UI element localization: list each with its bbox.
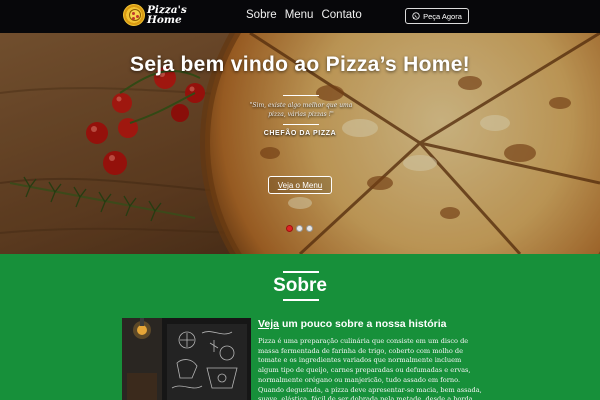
see-menu-button[interactable]: Veja o Menu — [268, 176, 332, 194]
about-divider-bottom — [283, 299, 319, 301]
about-heading-text: um pouco sobre a nossa história — [279, 318, 447, 330]
hero-divider — [283, 95, 319, 96]
order-now-button[interactable]: Peça Agora — [405, 8, 469, 24]
hero-quote: "Sim, existe algo melhor que uma pizza, … — [249, 102, 353, 118]
whatsapp-icon — [412, 12, 420, 20]
brand-name-line2: Home — [147, 14, 182, 26]
brand-logo[interactable]: Pizza's Home — [123, 4, 187, 28]
carousel-dot-3[interactable] — [306, 225, 313, 232]
hero-divider — [283, 124, 319, 125]
carousel-dot-2[interactable] — [296, 225, 303, 232]
pizza-logo-icon — [123, 4, 145, 26]
about-heading: Veja um pouco sobre a nossa história — [258, 318, 446, 330]
hero-quote-author: CHEFÃO DA PIZZA — [263, 130, 337, 137]
nav-link-sobre[interactable]: Sobre — [246, 8, 277, 23]
brand-name: Pizza's Home — [147, 5, 187, 26]
hero-title: Seja bem vindo ao Pizza’s Home! — [130, 53, 470, 76]
restaurant-photo — [122, 318, 251, 400]
about-body: Pizza é uma preparação culinária que con… — [258, 337, 482, 400]
about-title: Sobre — [273, 275, 327, 296]
navbar: Pizza's Home Sobre Menu Contato Peça Ago… — [0, 0, 600, 33]
nav-link-menu[interactable]: Menu — [285, 8, 314, 23]
carousel-indicators — [286, 225, 313, 232]
hero-carousel: Seja bem vindo ao Pizza’s Home! "Sim, ex… — [0, 33, 600, 254]
about-divider-top — [283, 271, 319, 273]
order-now-label: Peça Agora — [423, 11, 462, 21]
main-nav: Sobre Menu Contato — [246, 8, 362, 23]
nav-link-contato[interactable]: Contato — [321, 8, 361, 23]
about-section: Sobre Veja um pouco sobre a nossa histór… — [0, 254, 600, 400]
about-heading-highlight: Veja — [258, 318, 280, 330]
carousel-dot-1[interactable] — [286, 225, 293, 232]
